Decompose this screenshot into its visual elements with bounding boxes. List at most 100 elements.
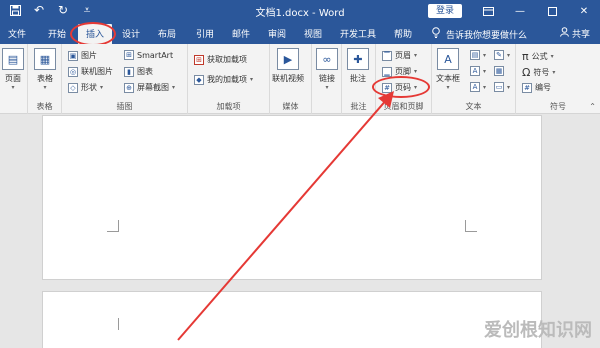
tab-help[interactable]: 帮助 <box>394 27 412 40</box>
share-button[interactable]: 共享 <box>560 27 590 40</box>
smartart-button[interactable]: ⊞ SmartArt <box>124 50 173 60</box>
tab-file[interactable]: 文件 <box>8 27 26 40</box>
insert-tab-highlight <box>70 22 116 46</box>
window-controls: — ✕ <box>472 0 600 22</box>
number-button[interactable]: # 编号 <box>522 82 551 93</box>
group-label-addins: 加载项 <box>216 102 241 111</box>
maximize-icon[interactable] <box>536 0 568 22</box>
login-button[interactable]: 登录 <box>428 4 462 18</box>
redo-icon[interactable]: ↻ <box>56 3 70 17</box>
screenshot-button[interactable]: ⊕ 屏幕截图 ▾ <box>124 82 175 93</box>
comment-label: 批注 <box>350 74 366 83</box>
symbol-label: 符号 <box>533 68 550 77</box>
undo-icon[interactable]: ↶ <box>32 3 46 17</box>
pictures-button[interactable]: ▣ 图片 <box>68 50 97 61</box>
margin-corner-mark <box>465 220 477 232</box>
online-video-button[interactable]: ▶ 联机视频 <box>272 48 304 84</box>
tab-design[interactable]: 设计 <box>122 27 140 40</box>
chart-icon: ▮ <box>124 66 134 77</box>
page-1[interactable] <box>42 115 542 280</box>
footer-icon: ▁ <box>382 66 392 77</box>
chevron-down-icon: ▾ <box>43 84 47 91</box>
ribbon-display-icon[interactable] <box>472 0 504 22</box>
margin-corner-mark <box>107 220 119 232</box>
textbox-button[interactable]: A 文本框 ▾ <box>436 48 460 91</box>
quick-parts-button[interactable]: ▤ ▾ <box>470 50 486 60</box>
store-icon: ⊞ <box>194 54 204 65</box>
tell-me-text: 告诉我你想要做什么 <box>446 30 528 41</box>
my-addins-button[interactable]: ◆ 我的加载项 ▾ <box>194 74 253 85</box>
customize-icon[interactable]: ⩡ <box>80 3 94 17</box>
group-tables: ▦ 表格 ▾ 表格 <box>28 44 62 114</box>
equation-button[interactable]: π 公式 ▾ <box>522 50 554 63</box>
link-icon: ∞ <box>316 48 338 70</box>
tab-developer[interactable]: 开发工具 <box>340 27 376 40</box>
margin-corner-mark <box>107 318 119 330</box>
calendar-icon: ▦ <box>494 66 504 76</box>
header-icon: ▔ <box>382 50 392 61</box>
shapes-button[interactable]: ◇ 形状 ▾ <box>68 82 103 93</box>
signature-button[interactable]: ✎ ▾ <box>494 50 510 60</box>
addins-icon: ◆ <box>194 74 204 85</box>
header-button[interactable]: ▔ 页眉 ▾ <box>382 50 417 61</box>
my-addins-label: 我的加载项 <box>207 75 247 84</box>
quick-access-toolbar: ↶ ↻ ⩡ <box>8 3 94 17</box>
group-pages: ▤ 页面 ▾ <box>0 44 28 114</box>
object-icon: ▭ <box>494 82 504 92</box>
chevron-down-icon: ▾ <box>446 84 450 91</box>
online-pictures-button[interactable]: ◎ 联机图片 <box>68 66 113 77</box>
comment-button[interactable]: ✚ 批注 <box>347 48 369 84</box>
symbol-button[interactable]: Ω 符号 ▾ <box>522 66 555 79</box>
tell-me-box[interactable]: 告诉我你想要做什么 <box>432 27 527 41</box>
lightbulb-icon <box>432 27 440 41</box>
table-button[interactable]: ▦ 表格 ▾ <box>34 48 56 91</box>
title-bar: ↶ ↻ ⩡ 文档1.docx - Word 登录 — ✕ <box>0 0 600 22</box>
omega-icon: Ω <box>522 66 531 79</box>
header-label: 页眉 <box>395 51 411 60</box>
minimize-icon[interactable]: — <box>504 0 536 22</box>
collapse-ribbon-icon[interactable]: ⌃ <box>589 102 596 111</box>
tab-layout[interactable]: 布局 <box>158 27 176 40</box>
chevron-down-icon: ▾ <box>552 69 556 76</box>
pictures-label: 图片 <box>81 51 97 60</box>
links-button[interactable]: ∞ 链接 ▾ <box>316 48 338 91</box>
group-comments: ✚ 批注 批注 <box>342 44 376 114</box>
table-button-label: 表格 <box>37 74 53 83</box>
close-icon[interactable]: ✕ <box>568 0 600 22</box>
save-icon[interactable] <box>8 3 22 17</box>
object-button[interactable]: ▭ ▾ <box>494 82 510 92</box>
wordart-icon: A <box>470 66 480 76</box>
tab-view[interactable]: 视图 <box>304 27 322 40</box>
shapes-label: 形状 <box>81 83 97 92</box>
chevron-down-icon: ▾ <box>414 68 418 75</box>
get-addins-button[interactable]: ⊞ 获取加载项 <box>194 54 247 65</box>
screenshot-label: 屏幕截图 <box>137 83 169 92</box>
wordart-button[interactable]: A ▾ <box>470 66 486 76</box>
online-pictures-label: 联机图片 <box>81 67 113 76</box>
tab-references[interactable]: 引用 <box>196 27 214 40</box>
chevron-down-icon: ▾ <box>507 51 511 59</box>
group-label-media: 媒体 <box>282 102 299 111</box>
page-2[interactable] <box>42 291 542 348</box>
chevron-down-icon: ▾ <box>483 51 487 59</box>
datetime-button[interactable]: ▦ <box>494 66 504 76</box>
tab-mailings[interactable]: 邮件 <box>232 27 250 40</box>
smartart-icon: ⊞ <box>124 50 134 60</box>
signature-icon: ✎ <box>494 50 504 60</box>
tab-home[interactable]: 开始 <box>48 27 66 40</box>
document-area[interactable]: 爱创根知识网 <box>0 115 600 348</box>
dropcap-button[interactable]: A ▾ <box>470 82 486 92</box>
tab-review[interactable]: 审阅 <box>268 27 286 40</box>
links-label: 链接 <box>319 74 335 83</box>
get-addins-label: 获取加载项 <box>207 55 247 64</box>
chart-button[interactable]: ▮ 图表 <box>124 66 153 77</box>
ribbon: ▤ 页面 ▾ ▦ 表格 ▾ 表格 ▣ 图片 ◎ 联机图片 ◇ 形状 ▾ ⊞ SmartAr… <box>0 44 600 114</box>
table-icon: ▦ <box>34 48 56 70</box>
group-illustrations: ▣ 图片 ◎ 联机图片 ◇ 形状 ▾ ⊞ SmartArt ▮ 图表 ⊕ 屏幕截图 ▾ 插图 <box>62 44 188 114</box>
pages-button[interactable]: ▤ 页面 ▾ <box>2 48 24 91</box>
chevron-down-icon: ▾ <box>483 83 487 91</box>
chevron-down-icon: ▾ <box>250 76 254 83</box>
dropcap-icon: A <box>470 82 480 92</box>
group-label-comments: 批注 <box>350 102 367 111</box>
chevron-down-icon: ▾ <box>172 84 176 91</box>
